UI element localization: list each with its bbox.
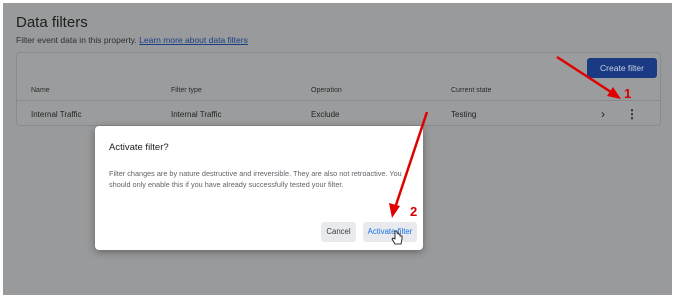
cell-operation: Exclude	[311, 110, 340, 119]
header-filter-type: Filter type	[171, 87, 202, 94]
activate-filter-dialog: Activate filter? Filter changes are by n…	[95, 126, 423, 250]
dialog-body: Filter changes are by nature destructive…	[109, 169, 402, 189]
dialog-title: Activate filter?	[109, 142, 169, 153]
create-filter-button[interactable]: Create filter	[587, 58, 657, 78]
header-current-state: Current state	[451, 87, 492, 94]
page-subtitle: Filter event data in this property. Lear…	[16, 35, 248, 45]
subtitle-text: Filter event data in this property.	[16, 35, 137, 45]
header-name: Name	[31, 87, 50, 94]
chevron-right-icon[interactable]: ›	[601, 107, 605, 121]
header-operation: Operation	[311, 87, 342, 94]
activate-filter-button[interactable]: Activate filter	[363, 222, 417, 242]
more-vert-icon[interactable]: ⋮	[626, 107, 638, 121]
cell-current-state: Testing	[451, 110, 477, 119]
header-divider	[17, 100, 660, 101]
filters-table-card: Create filter Name Filter type Operation…	[16, 52, 661, 126]
page-title: Data filters	[16, 14, 88, 31]
cell-name: Internal Traffic	[31, 110, 82, 119]
cancel-button[interactable]: Cancel	[321, 222, 356, 242]
cell-filter-type: Internal Traffic	[171, 110, 222, 119]
learn-more-link[interactable]: Learn more about data filters	[139, 35, 248, 45]
step-1-label: 1	[624, 86, 632, 101]
step-2-label: 2	[410, 204, 418, 219]
